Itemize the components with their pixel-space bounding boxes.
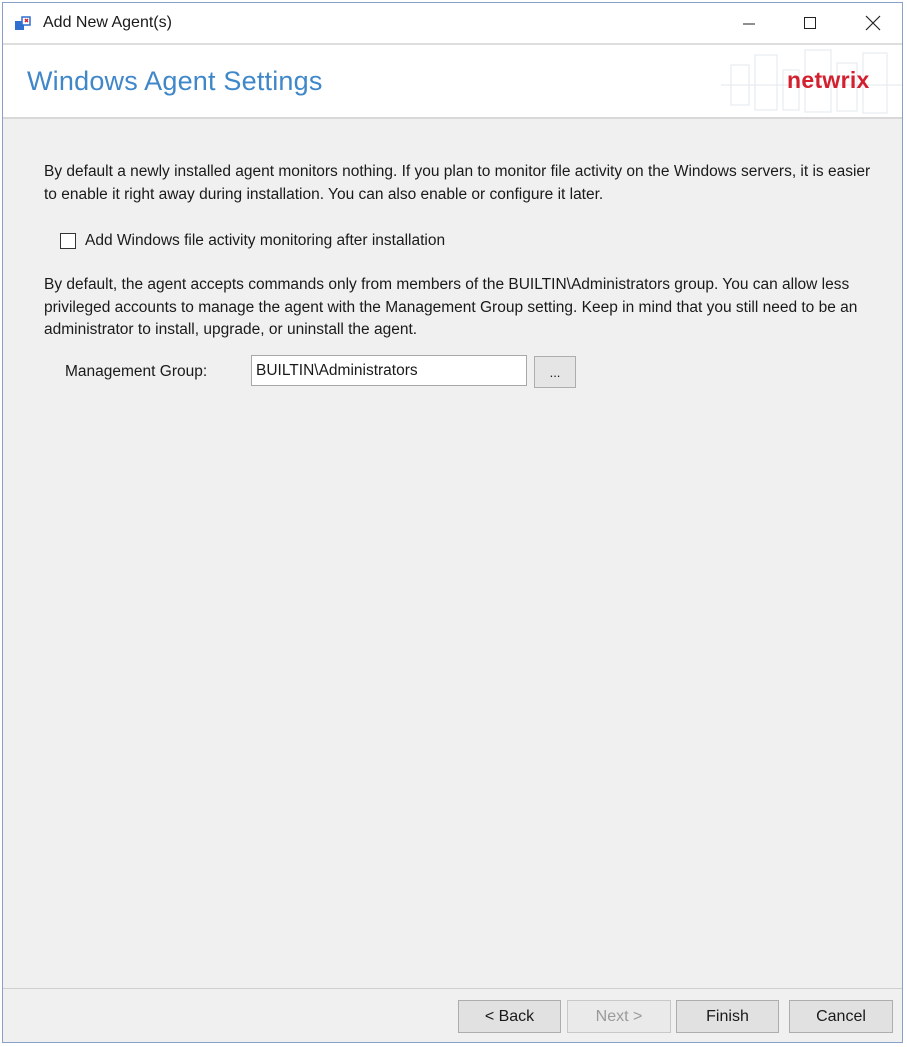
back-button[interactable]: < Back <box>458 1000 561 1033</box>
close-icon <box>865 15 881 31</box>
window-title: Add New Agent(s) <box>43 14 172 31</box>
browse-button[interactable]: ... <box>534 356 576 388</box>
title-bar: Add New Agent(s) <box>3 3 902 43</box>
intro-paragraph: By default a newly installed agent monit… <box>44 163 871 203</box>
management-group-label: Management Group: <box>65 363 208 380</box>
file-activity-checkbox-row[interactable]: Add Windows file activity monitoring aft… <box>60 230 445 252</box>
minimize-button[interactable] <box>720 3 778 43</box>
close-button[interactable] <box>844 3 902 43</box>
wizard-header: Windows Agent Settings netwrix <box>3 43 902 119</box>
management-group-input[interactable] <box>251 355 527 386</box>
file-activity-checkbox-label[interactable]: Add Windows file activity monitoring aft… <box>85 232 445 250</box>
netwrix-logo: netwrix <box>787 67 870 93</box>
file-activity-checkbox[interactable] <box>60 233 76 249</box>
finish-button[interactable]: Finish <box>676 1000 779 1033</box>
dialog-window: Add New Agent(s) Windows Agent Settings … <box>2 2 903 1043</box>
app-icon <box>13 14 33 34</box>
page-title: Windows Agent Settings <box>27 66 323 96</box>
maximize-icon <box>804 17 816 29</box>
footer-divider <box>3 988 902 989</box>
next-button[interactable]: Next > <box>567 1000 671 1033</box>
management-paragraph: By default, the agent accepts commands o… <box>44 276 858 338</box>
minimize-icon <box>743 23 755 25</box>
maximize-button[interactable] <box>781 3 839 43</box>
cancel-button[interactable]: Cancel <box>789 1000 893 1033</box>
